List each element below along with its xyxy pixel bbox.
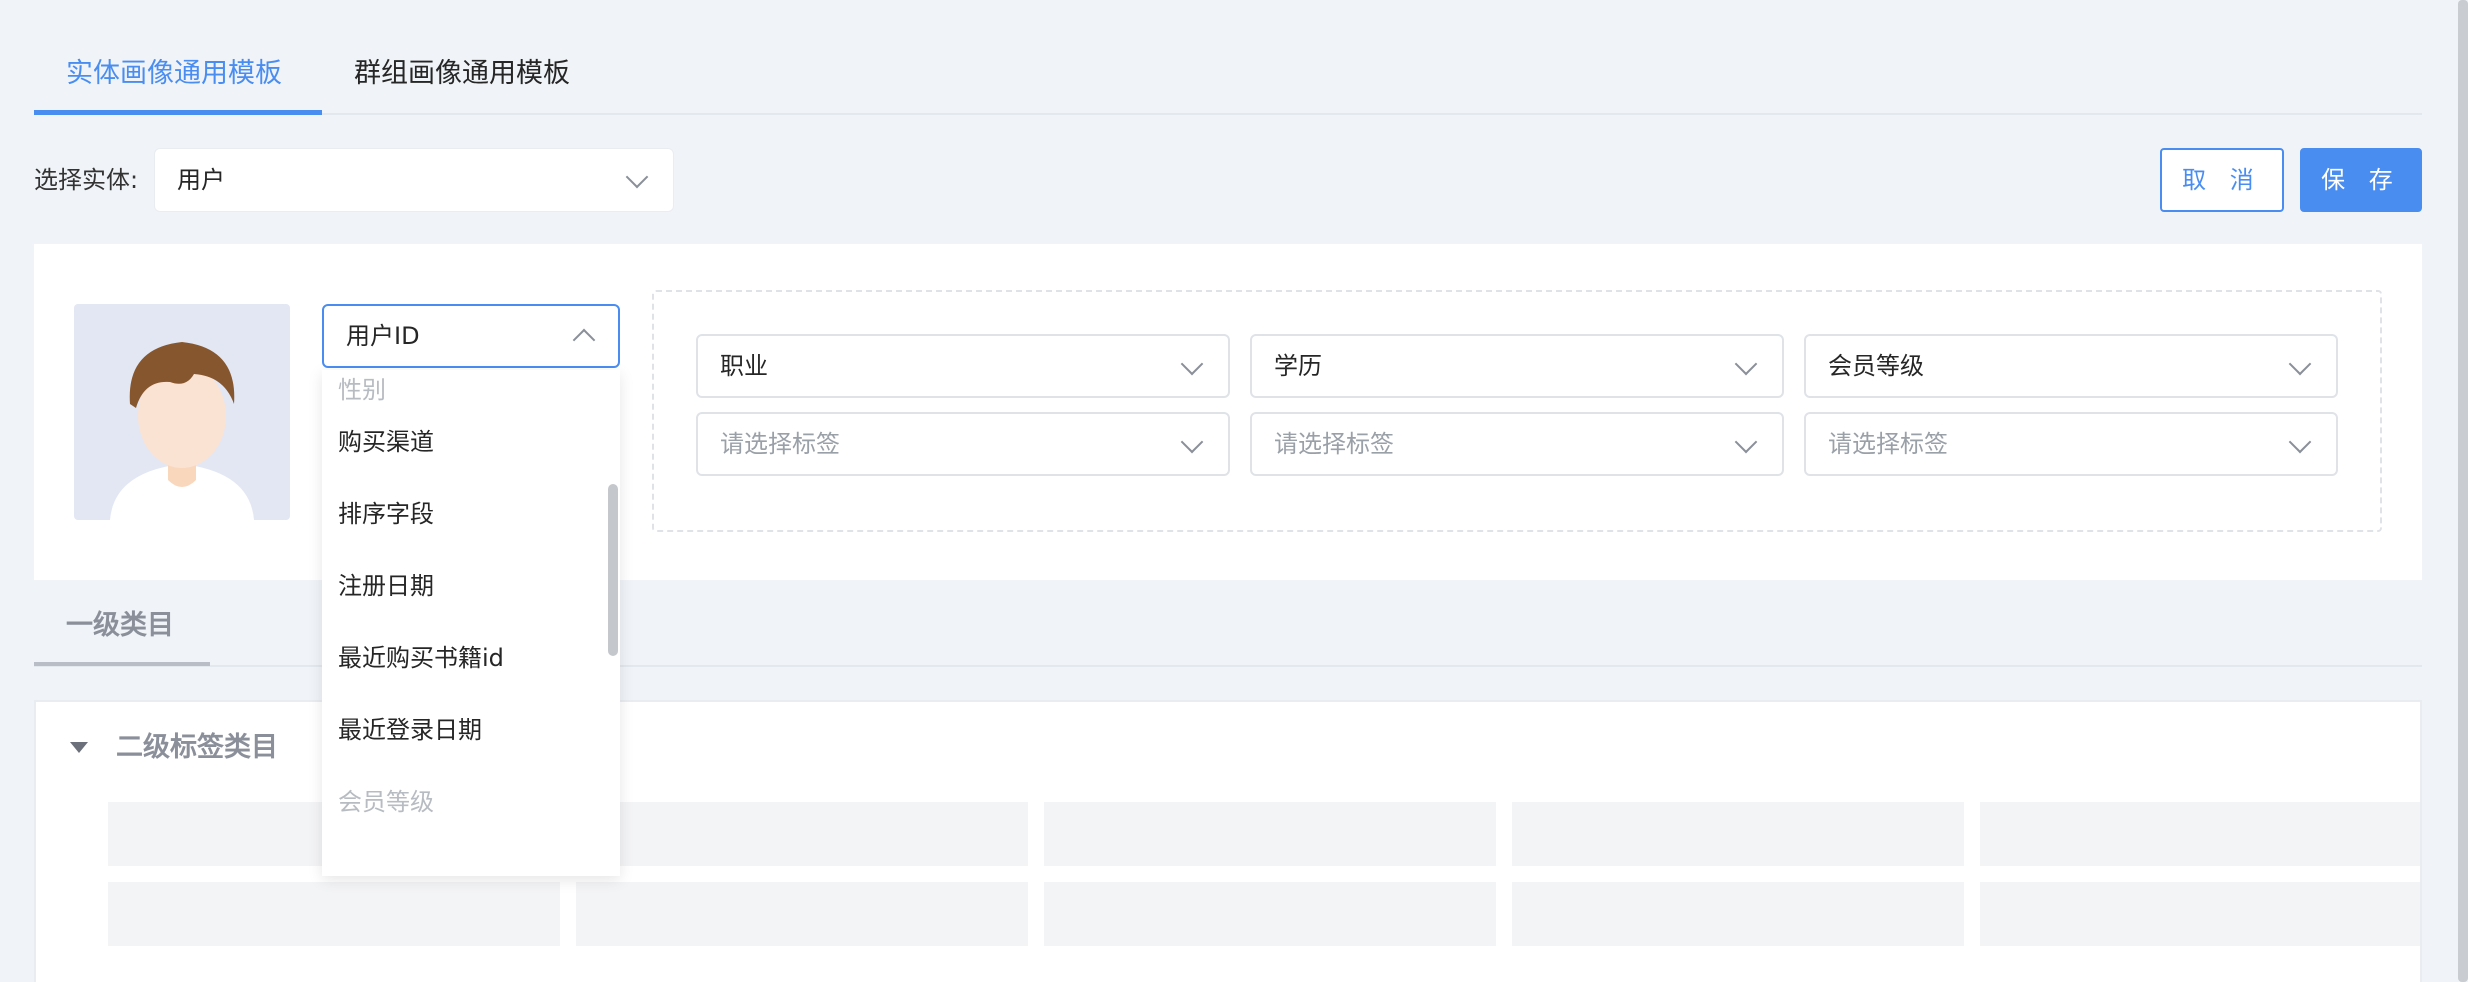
chevron-down-icon bbox=[1180, 352, 1204, 376]
entity-select-value: 用户 bbox=[177, 166, 225, 194]
entity-select[interactable]: 用户 bbox=[154, 148, 674, 212]
tag-select-placeholder: 请选择标签 bbox=[1828, 430, 1948, 458]
dropdown-option-last-login-date[interactable]: 最近登录日期 bbox=[338, 710, 482, 750]
tag-select-value: 学历 bbox=[1274, 352, 1322, 380]
chevron-down-icon bbox=[625, 165, 649, 189]
tag-select-placeholder: 请选择标签 bbox=[1274, 430, 1394, 458]
tag-select-education[interactable]: 学历 bbox=[1250, 334, 1784, 398]
placeholder-cell bbox=[576, 882, 1028, 946]
chevron-down-icon bbox=[1734, 430, 1758, 454]
tag-select-empty-3[interactable]: 请选择标签 bbox=[1804, 412, 2338, 476]
tab-first-level-category[interactable]: 一级类目 bbox=[66, 606, 174, 646]
dropdown-option-last-book-id[interactable]: 最近购买书籍id bbox=[338, 638, 504, 678]
dropdown-scrollbar[interactable] bbox=[608, 484, 618, 656]
tag-select-value: 会员等级 bbox=[1828, 352, 1924, 380]
chevron-up-icon bbox=[572, 328, 596, 352]
caret-down-icon[interactable] bbox=[70, 742, 88, 753]
tag-select-empty-2[interactable]: 请选择标签 bbox=[1250, 412, 1784, 476]
tag-select-placeholder: 请选择标签 bbox=[720, 430, 840, 458]
placeholder-cell bbox=[1512, 882, 1964, 946]
save-button[interactable]: 保 存 bbox=[2300, 148, 2422, 212]
tag-select-empty-1[interactable]: 请选择标签 bbox=[696, 412, 1230, 476]
placeholder-cell bbox=[1980, 802, 2420, 866]
id-field-value: 用户ID bbox=[346, 322, 420, 350]
chevron-down-icon bbox=[2288, 430, 2312, 454]
avatar bbox=[74, 304, 290, 520]
cancel-button[interactable]: 取 消 bbox=[2160, 148, 2284, 212]
entity-select-label: 选择实体: bbox=[34, 166, 139, 194]
second-level-category-title: 二级标签类目 bbox=[116, 732, 278, 763]
placeholder-cell bbox=[1044, 802, 1496, 866]
dropdown-option-register-date[interactable]: 注册日期 bbox=[338, 566, 434, 606]
tab-group-template[interactable]: 群组画像通用模板 bbox=[354, 54, 570, 94]
person-avatar-icon bbox=[110, 342, 254, 520]
tag-select-member-level[interactable]: 会员等级 bbox=[1804, 334, 2338, 398]
chevron-down-icon bbox=[1734, 352, 1758, 376]
dropdown-option-gender[interactable]: 性别 bbox=[338, 370, 386, 410]
id-field-select[interactable]: 用户ID bbox=[322, 304, 620, 368]
dropdown-option-purchase-channel[interactable]: 购买渠道 bbox=[338, 422, 434, 462]
tab-entity-template[interactable]: 实体画像通用模板 bbox=[66, 54, 282, 94]
page-scrollbar[interactable] bbox=[2458, 0, 2468, 982]
placeholder-cell bbox=[108, 882, 560, 946]
placeholder-cell bbox=[576, 802, 1028, 866]
tabs-divider bbox=[34, 113, 2422, 115]
tag-select-occupation[interactable]: 职业 bbox=[696, 334, 1230, 398]
section-tab-indicator bbox=[34, 662, 210, 666]
dropdown-option-member-level[interactable]: 会员等级 bbox=[338, 782, 434, 822]
id-field-dropdown: 性别 购买渠道 排序字段 注册日期 最近购买书籍id 最近登录日期 会员等级 bbox=[322, 370, 620, 876]
tag-select-value: 职业 bbox=[720, 352, 768, 380]
placeholder-cell bbox=[1980, 882, 2420, 946]
chevron-down-icon bbox=[1180, 430, 1204, 454]
chevron-down-icon bbox=[2288, 352, 2312, 376]
placeholder-cell bbox=[1044, 882, 1496, 946]
active-tab-indicator bbox=[34, 110, 322, 115]
dropdown-option-sort-field[interactable]: 排序字段 bbox=[338, 494, 434, 534]
placeholder-cell bbox=[1512, 802, 1964, 866]
tag-selection-area bbox=[652, 290, 2382, 532]
